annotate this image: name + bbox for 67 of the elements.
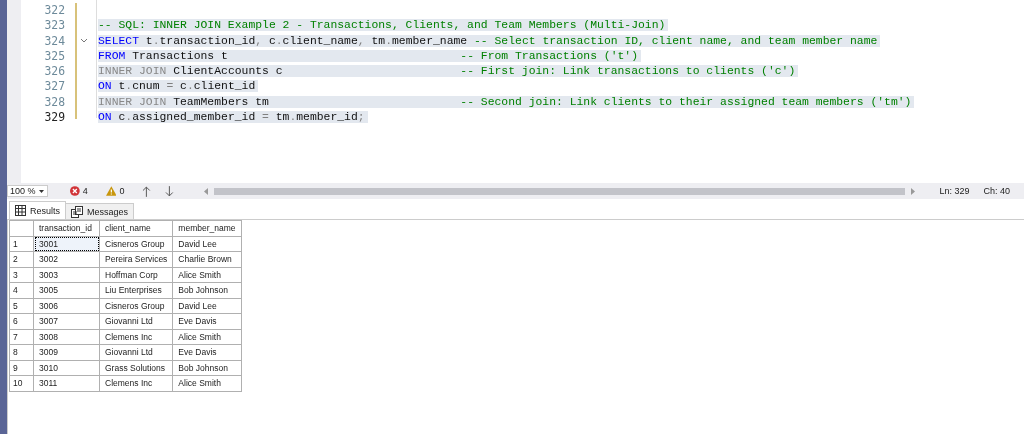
- table-cell: David Lee: [172, 236, 242, 252]
- line-indicator: Ln: 329: [939, 186, 970, 196]
- table-cell: Giovanni Ltd: [99, 344, 173, 360]
- row-number[interactable]: 6: [9, 313, 34, 329]
- table-cell: Clemens Inc: [99, 329, 173, 345]
- table-cell: 3008: [33, 329, 100, 345]
- up-arrow-icon[interactable]: [142, 185, 152, 197]
- table-cell: 3003: [33, 267, 100, 283]
- results-tab[interactable]: Messages: [65, 203, 135, 219]
- line-number: 328: [43, 94, 65, 111]
- row-number[interactable]: 1: [9, 236, 34, 252]
- row-number[interactable]: 2: [9, 251, 34, 267]
- table-cell: Alice Smith: [172, 329, 242, 345]
- row-number[interactable]: 3: [9, 267, 34, 283]
- warning-count: 0: [119, 186, 125, 196]
- table-cell: Bob Johnson: [172, 360, 242, 376]
- table-cell: Grass Solutions: [99, 360, 173, 376]
- table-cell: 3005: [33, 282, 100, 298]
- grid-icon: [15, 205, 26, 216]
- row-number[interactable]: 10: [9, 375, 34, 391]
- table-cell: Alice Smith: [172, 375, 242, 391]
- line-number: 326: [43, 64, 65, 80]
- scroll-right-icon[interactable]: [911, 187, 916, 195]
- column-header[interactable]: member_name: [172, 220, 242, 236]
- line-number: 329: [43, 110, 65, 126]
- row-number[interactable]: 7: [9, 329, 34, 345]
- column-header[interactable]: client_name: [99, 220, 173, 236]
- line-number: 325: [43, 48, 65, 65]
- zoom-dropdown[interactable]: 100 %: [7, 185, 48, 197]
- table-cell: Eve Davis: [172, 344, 242, 360]
- row-number[interactable]: 9: [9, 360, 34, 376]
- table-cell: Cisneros Group: [99, 236, 173, 252]
- table-cell: Giovanni Ltd: [99, 313, 173, 329]
- table-cell: 3007: [33, 313, 100, 329]
- table-cell: Pereira Services: [99, 251, 173, 267]
- table-cell: 3009: [33, 344, 100, 360]
- down-arrow-icon[interactable]: [165, 185, 174, 197]
- line-number: 323: [43, 18, 65, 34]
- table-cell: Charlie Brown: [172, 251, 242, 267]
- column-header[interactable]: transaction_id: [33, 220, 100, 236]
- table-cell: Liu Enterprises: [99, 282, 173, 298]
- row-number[interactable]: 8: [9, 344, 34, 360]
- table-cell: Bob Johnson: [172, 282, 242, 298]
- table-cell: 3010: [33, 360, 100, 376]
- horizontal-scrollbar[interactable]: [203, 187, 916, 195]
- table-cell: Eve Davis: [172, 313, 242, 329]
- row-number[interactable]: 4: [9, 282, 34, 298]
- table-cell: Clemens Inc: [99, 375, 173, 391]
- results-tab[interactable]: Results: [9, 201, 66, 219]
- dropdown-icon: [39, 189, 44, 193]
- line-number: 324: [43, 33, 65, 49]
- table-cell: Hoffman Corp: [99, 267, 173, 283]
- row-number[interactable]: 5: [9, 298, 34, 314]
- line-number: 322: [43, 3, 65, 19]
- error-count: 4: [82, 186, 88, 196]
- table-cell: 3006: [33, 298, 100, 314]
- table-cell: 3002: [33, 251, 100, 267]
- table-cell: 3011: [33, 375, 100, 391]
- table-cell: Alice Smith: [172, 267, 242, 283]
- column-indicator: Ch: 40: [983, 186, 1010, 196]
- collapse-icon[interactable]: [80, 38, 88, 45]
- table-cell: Cisneros Group: [99, 298, 173, 314]
- warning-icon[interactable]: [105, 186, 117, 196]
- scroll-left-icon[interactable]: [203, 187, 208, 195]
- table-cell: David Lee: [172, 298, 242, 314]
- line-number: 327: [43, 79, 65, 95]
- error-icon[interactable]: [70, 186, 80, 196]
